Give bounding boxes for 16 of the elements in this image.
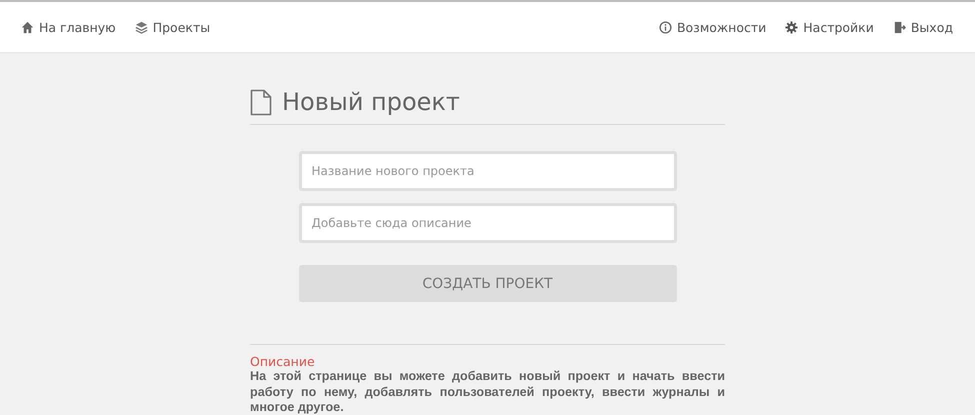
nav-link[interactable]: Выход: [892, 20, 953, 34]
layers-icon: [134, 20, 148, 34]
nav-link[interactable]: Проекты: [134, 20, 210, 34]
input-field[interactable]: Добавьте сюда описание: [298, 203, 676, 243]
nav-link[interactable]: На главную: [21, 20, 116, 34]
input-field[interactable]: Название нового проекта: [298, 151, 676, 191]
document-icon: [250, 88, 272, 116]
info-icon: [658, 20, 672, 34]
home-icon: [21, 20, 34, 34]
nav-link[interactable]: Возможности: [658, 20, 766, 34]
settings-icon: [785, 20, 798, 34]
description-heading: Описание: [250, 354, 316, 369]
exit-icon: [892, 20, 906, 34]
page-title: Новый проект: [282, 88, 460, 116]
description-text: На этой странице вы можете добавить новый проект и начать ввести работу по нему, добавлять пользователей проекту, ввести журналы и многое другое.: [250, 369, 725, 415]
nav-link[interactable]: Настройки: [785, 20, 874, 34]
